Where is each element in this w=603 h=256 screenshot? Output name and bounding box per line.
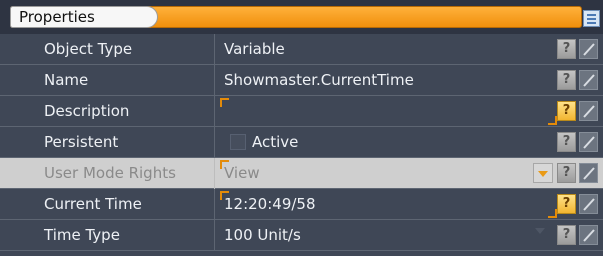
edit-corner-top-left <box>220 160 229 169</box>
edit-corner-top-left <box>220 98 229 107</box>
arrow-button[interactable] <box>579 163 598 183</box>
row-time-type: Time Type 100 Unit/s ? <box>0 220 603 251</box>
row-label: Description <box>0 96 215 127</box>
row-value: Variable <box>224 40 285 58</box>
properties-tab[interactable]: Properties <box>10 6 158 28</box>
edit-corner-bottom-right <box>548 116 557 125</box>
row-description: Description ? <box>0 96 603 127</box>
help-icon[interactable]: ? <box>557 132 576 152</box>
help-icon[interactable]: ? <box>557 194 576 214</box>
arrow-button[interactable] <box>579 39 598 59</box>
help-icon[interactable]: ? <box>557 101 576 121</box>
row-label: Current Time <box>0 189 215 220</box>
chevron-down-icon[interactable] <box>533 163 553 183</box>
description-field[interactable] <box>220 96 555 127</box>
sort-icon[interactable] <box>583 10 600 27</box>
persistent-checkbox[interactable] <box>230 134 246 150</box>
row-label: User Mode Rights <box>0 158 215 189</box>
checkbox-label: Active <box>252 133 299 151</box>
row-user-mode-rights: User Mode Rights View ? <box>0 158 603 189</box>
edit-corner-top-left <box>220 191 229 200</box>
row-persistent: Persistent Active ? <box>0 127 603 158</box>
properties-panel: Properties Object Type Variable ? Name S… <box>0 0 603 256</box>
row-label: Time Type <box>0 220 215 251</box>
row-current-time: Current Time 12:20:49/58 ? <box>0 189 603 220</box>
row-value: Showmaster.CurrentTime <box>224 71 414 89</box>
arrow-button[interactable] <box>579 101 598 121</box>
help-icon[interactable]: ? <box>557 39 576 59</box>
arrow-button[interactable] <box>579 225 598 245</box>
row-label: Object Type <box>0 34 215 65</box>
help-icon[interactable]: ? <box>557 163 576 183</box>
time-type-select[interactable]: 100 Unit/s <box>220 220 555 251</box>
row-name: Name Showmaster.CurrentTime ? <box>0 65 603 96</box>
row-object-type: Object Type Variable ? <box>0 34 603 65</box>
row-label: Persistent <box>0 127 215 158</box>
arrow-button[interactable] <box>579 70 598 90</box>
help-icon[interactable]: ? <box>557 70 576 90</box>
edit-corner-bottom-right <box>548 209 557 218</box>
properties-header: Properties <box>0 0 603 34</box>
chevron-down-icon[interactable] <box>535 228 545 234</box>
user-mode-rights-select[interactable]: View <box>220 158 555 189</box>
arrow-button[interactable] <box>579 194 598 214</box>
row-label: Name <box>0 65 215 96</box>
arrow-button[interactable] <box>579 132 598 152</box>
help-icon[interactable]: ? <box>557 225 576 245</box>
current-time-field[interactable]: 12:20:49/58 <box>220 189 555 220</box>
